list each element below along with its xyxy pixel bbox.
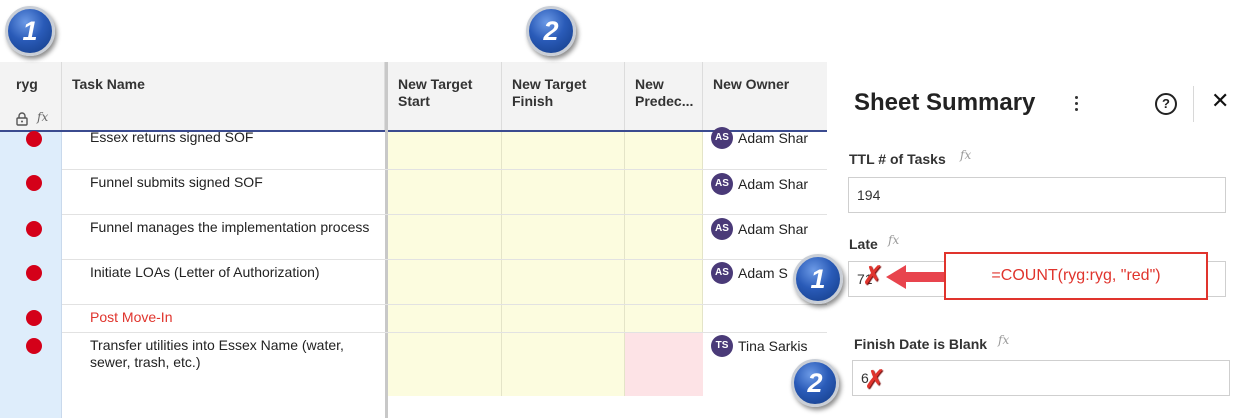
arrow-left-icon — [886, 265, 946, 289]
avatar: AS — [711, 127, 733, 149]
task-name-cell[interactable]: Funnel manages the implementation proces… — [90, 219, 370, 236]
col-header-new-owner[interactable]: New Owner — [703, 62, 827, 130]
callout-badge-2: 2 — [791, 359, 839, 407]
new-target-finish-column — [502, 132, 625, 396]
owner-name: Adam Shar — [738, 176, 809, 192]
status-red-dot[interactable] — [26, 265, 42, 281]
col-header-new-predecessors[interactable]: New Predec... — [625, 62, 703, 130]
status-red-dot[interactable] — [26, 221, 42, 237]
task-name-cell[interactable]: Initiate LOAs (Letter of Authorization) — [90, 264, 370, 281]
field-label-late: Late — [849, 236, 878, 252]
owner-cell[interactable]: AS Adam S — [711, 262, 788, 284]
callout-badge-2: 2 — [526, 6, 576, 56]
status-red-dot[interactable] — [26, 338, 42, 354]
row-divider — [62, 169, 827, 170]
avatar: AS — [711, 262, 733, 284]
row-divider — [62, 332, 827, 333]
finish-date-blank-field[interactable]: 6 — [852, 360, 1230, 396]
owner-cell[interactable]: AS Adam Shar — [711, 127, 808, 149]
field-label-finish-date-blank: Finish Date is Blank — [854, 336, 988, 352]
formula-callout: =COUNT(ryg:ryg, "red") — [944, 252, 1208, 300]
more-vertical-icon[interactable] — [1072, 96, 1080, 114]
col-header-new-target-start[interactable]: New Target Start — [388, 62, 502, 130]
callout-badge-1: 1 — [5, 6, 55, 56]
error-x-mark: ✗ — [864, 365, 886, 395]
row-divider — [62, 304, 827, 305]
status-red-dot[interactable] — [26, 175, 42, 191]
owner-name: Adam Shar — [738, 130, 809, 146]
header-divider — [1193, 86, 1194, 122]
owner-cell[interactable]: AS Adam Shar — [711, 173, 808, 195]
owner-cell[interactable]: AS Adam Shar — [711, 218, 808, 240]
col-header-ryg[interactable]: ryg — [0, 62, 62, 130]
owner-cell[interactable]: TS Tina Sarkis — [711, 335, 808, 357]
fx-icon: fx — [888, 233, 900, 247]
col-header-task-name[interactable]: Task Name — [62, 62, 385, 130]
fx-icon: fx — [960, 148, 972, 162]
close-icon[interactable]: ✕ — [1211, 88, 1229, 114]
help-circle-icon[interactable]: ? — [1155, 93, 1177, 115]
status-red-dot[interactable] — [26, 131, 42, 147]
owner-name: Adam Shar — [738, 221, 809, 237]
avatar: AS — [711, 218, 733, 240]
row-divider — [62, 259, 827, 260]
lock-icon — [16, 112, 28, 126]
fx-icon: fx — [37, 110, 49, 124]
col-header-new-target-finish[interactable]: New Target Finish — [502, 62, 625, 130]
ttl-tasks-field[interactable]: 194 — [848, 177, 1226, 213]
avatar: AS — [711, 173, 733, 195]
predecessor-cell-highlight[interactable] — [625, 332, 703, 396]
field-label-ttl-tasks: TTL # of Tasks — [849, 151, 946, 167]
owner-name: Adam S — [738, 265, 788, 281]
row-divider — [62, 214, 827, 215]
owner-name: Tina Sarkis — [738, 338, 808, 354]
frozen-column-divider[interactable] — [385, 62, 388, 418]
status-red-dot[interactable] — [26, 310, 42, 326]
task-name-cell[interactable]: Funnel submits signed SOF — [90, 174, 370, 191]
new-target-start-column — [388, 132, 502, 396]
panel-title: Sheet Summary — [854, 89, 1036, 116]
task-name-cell[interactable]: Post Move-In — [90, 309, 370, 326]
fx-icon: fx — [998, 333, 1010, 347]
task-name-cell[interactable]: Essex returns signed SOF — [90, 129, 370, 146]
avatar: TS — [711, 335, 733, 357]
error-x-mark: ✗ — [862, 261, 884, 291]
sheet-grid: ryg Task Name New Target Start New Targe… — [0, 0, 827, 418]
task-name-cell[interactable]: Transfer utilities into Essex Name (wate… — [90, 337, 370, 371]
callout-badge-1: 1 — [793, 254, 843, 304]
